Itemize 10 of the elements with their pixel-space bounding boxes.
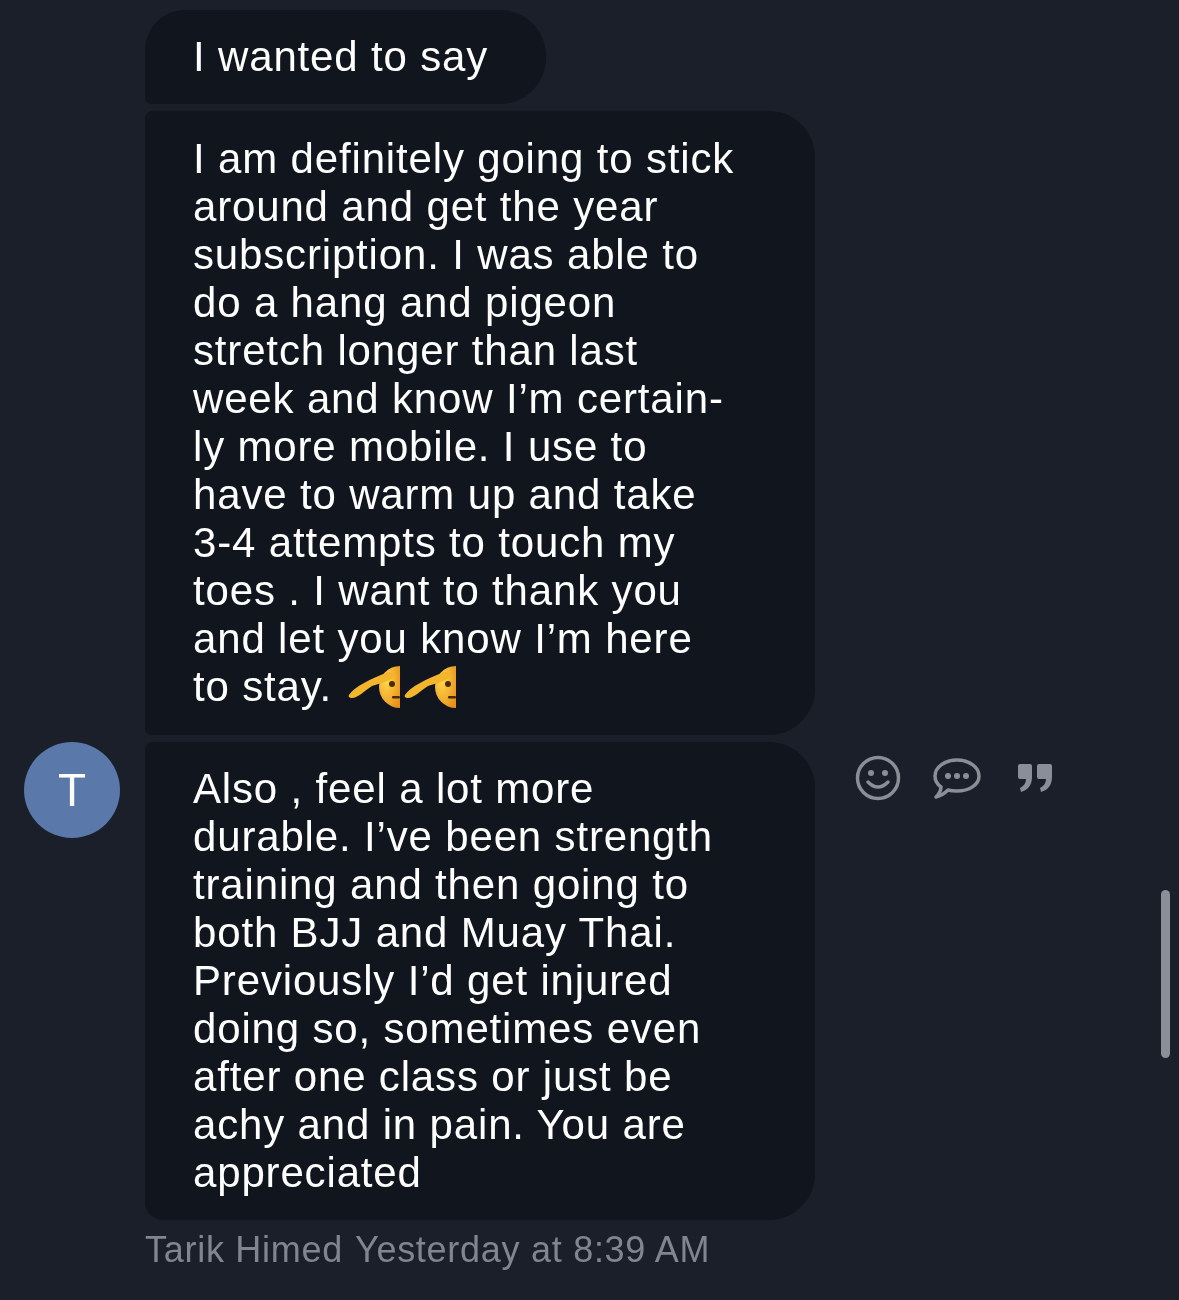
smiley-icon bbox=[855, 755, 901, 801]
quote-icon bbox=[1017, 763, 1053, 793]
speech-bubble-icon bbox=[933, 757, 981, 799]
message-time: Yesterday at 8:39 AM bbox=[354, 1230, 711, 1270]
scrollbar-thumb[interactable] bbox=[1161, 890, 1170, 1058]
avatar[interactable]: T bbox=[24, 742, 120, 838]
message-text: I wanted to say bbox=[193, 33, 489, 81]
message-text: Also , feel a lot more durable. I’ve been strength training and then going to both BJJ and Muay Thai. Previously I’d get injured doing so, sometimes even after one class or just be achy and in pain. You are appreciated bbox=[193, 765, 713, 1197]
sender-name: Tarik Himed bbox=[145, 1230, 343, 1270]
message-text: to stay. bbox=[193, 663, 332, 711]
